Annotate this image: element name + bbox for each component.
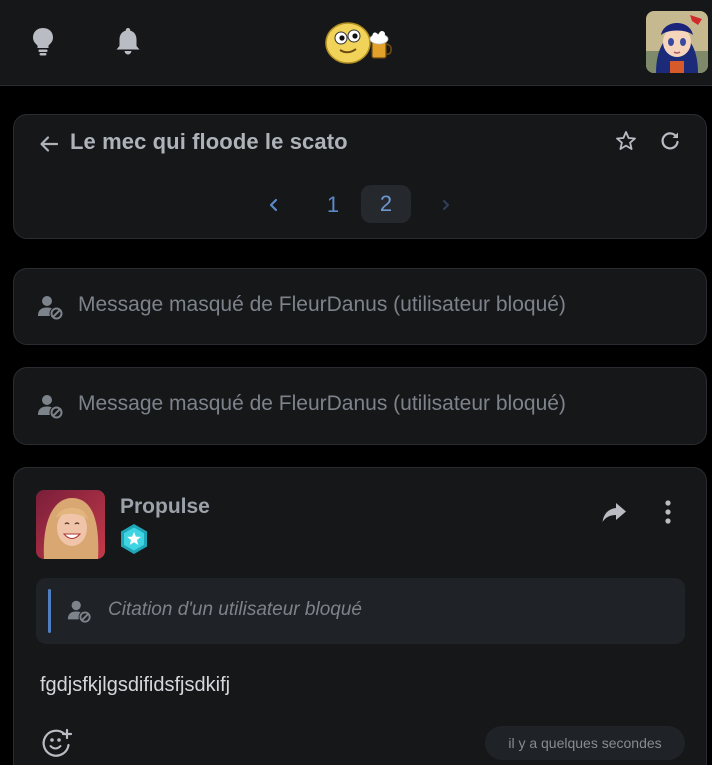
back-arrow-icon[interactable] bbox=[38, 133, 60, 155]
chevron-right-icon bbox=[434, 193, 458, 217]
hidden-message-text: Message masqué de FleurDanus (utilisateu… bbox=[78, 392, 566, 415]
author-avatar[interactable] bbox=[36, 490, 105, 559]
topic-header-card: Le mec qui floode le scato 1 2 bbox=[13, 114, 707, 239]
blocked-quote[interactable]: Citation d'un utilisateur bloqué bbox=[36, 578, 685, 644]
blocked-user-icon bbox=[36, 293, 64, 321]
user-avatar[interactable] bbox=[646, 11, 708, 73]
rank-badge-icon bbox=[118, 523, 150, 555]
lightbulb-icon[interactable] bbox=[28, 24, 58, 58]
topic-title: Le mec qui floode le scato bbox=[70, 129, 348, 154]
refresh-icon[interactable] bbox=[658, 129, 682, 153]
blocked-user-icon bbox=[66, 598, 92, 624]
hidden-message-card[interactable]: Message masqué de FleurDanus (utilisateu… bbox=[13, 268, 707, 345]
post-body: fgdjsfkjlgsdifidsfjsdkifj bbox=[40, 674, 231, 696]
chevron-left-icon[interactable] bbox=[262, 193, 286, 217]
quote-bar bbox=[48, 589, 51, 633]
post-timestamp: il y a quelques secondes bbox=[485, 726, 685, 760]
post-card: Propulse Citation d'un utilisateur bloqu… bbox=[13, 467, 707, 765]
hidden-message-card[interactable]: Message masqué de FleurDanus (utilisateu… bbox=[13, 367, 707, 445]
more-options-icon[interactable] bbox=[656, 498, 680, 526]
quote-text: Citation d'un utilisateur bloqué bbox=[108, 599, 362, 620]
add-reaction-icon[interactable] bbox=[40, 726, 74, 760]
page-1-button[interactable]: 1 bbox=[316, 188, 350, 222]
bell-icon[interactable] bbox=[113, 24, 143, 58]
hidden-message-text: Message masqué de FleurDanus (utilisateu… bbox=[78, 293, 566, 316]
star-icon[interactable] bbox=[614, 129, 638, 153]
author-name[interactable]: Propulse bbox=[120, 495, 210, 519]
blocked-user-icon bbox=[36, 392, 64, 420]
share-icon[interactable] bbox=[600, 498, 628, 526]
smiley-beer-logo[interactable] bbox=[322, 18, 398, 66]
top-navbar bbox=[0, 0, 712, 86]
pagination: 1 2 bbox=[14, 185, 708, 225]
page-2-button-current[interactable]: 2 bbox=[361, 185, 411, 223]
